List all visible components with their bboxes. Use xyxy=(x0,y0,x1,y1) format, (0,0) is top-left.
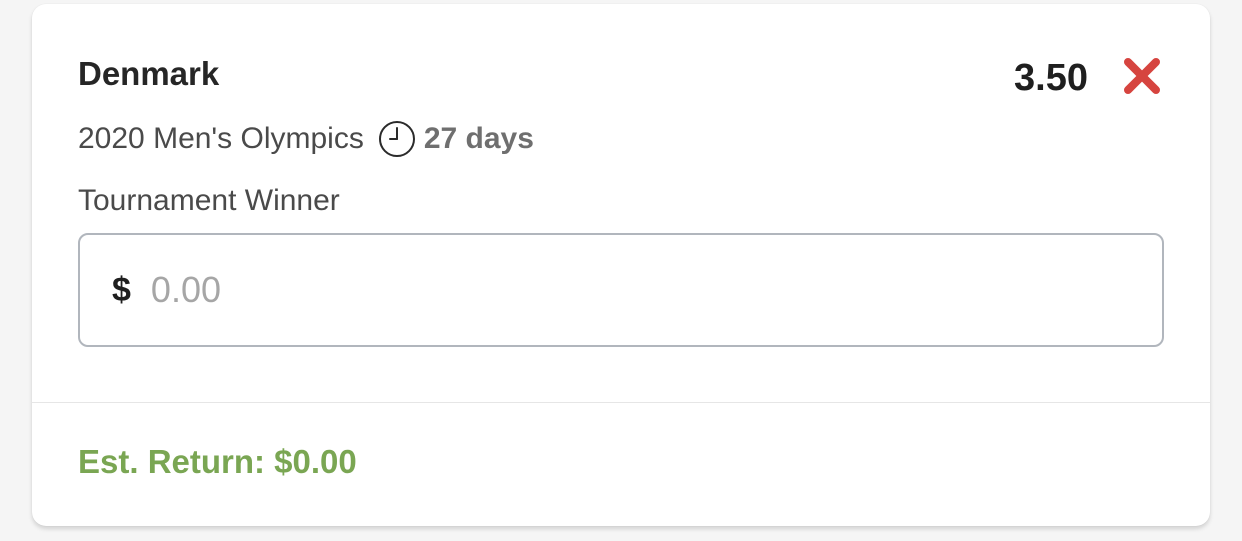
remove-selection-button[interactable] xyxy=(1122,56,1162,96)
selection-name: Denmark xyxy=(78,55,220,92)
stake-field[interactable]: $ xyxy=(78,233,1164,347)
bet-slip-card: Denmark 3.50 2020 Men's Olympics 27 days… xyxy=(32,4,1210,526)
stake-input[interactable] xyxy=(148,268,1053,312)
close-icon xyxy=(1124,58,1160,94)
estimated-return: Est. Return: $0.00 xyxy=(78,443,357,480)
footer-divider xyxy=(32,402,1210,403)
odds-value: 3.50 xyxy=(1014,57,1088,99)
event-line: 2020 Men's Olympics 27 days xyxy=(78,117,534,161)
currency-symbol: $ xyxy=(112,270,131,309)
countdown-text: 27 days xyxy=(423,122,534,155)
event-name: 2020 Men's Olympics xyxy=(78,122,364,155)
market-name: Tournament Winner xyxy=(78,184,340,217)
clock-icon xyxy=(378,121,415,157)
